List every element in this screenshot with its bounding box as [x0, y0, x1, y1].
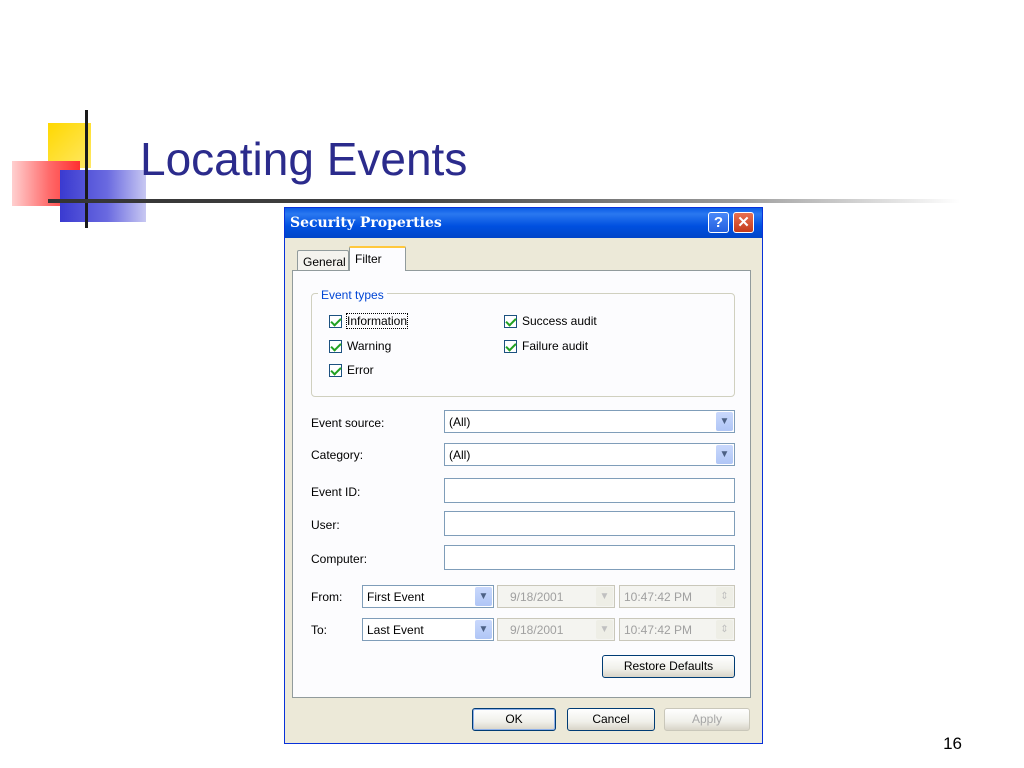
category-dropdown[interactable]: (All) ▼ [444, 443, 735, 466]
to-event-value: Last Event [367, 623, 424, 637]
event-source-label: Event source: [311, 416, 385, 430]
computer-label: Computer: [311, 552, 368, 566]
error-checkbox[interactable]: Error [329, 363, 374, 377]
from-date-picker: 9/18/2001 ▼ [497, 585, 615, 608]
user-input[interactable] [444, 511, 735, 536]
checkmark-icon [504, 339, 517, 353]
chevron-down-icon: ▼ [596, 587, 613, 606]
tab-general[interactable]: General [297, 250, 349, 271]
apply-button: Apply [664, 708, 750, 731]
user-label: User: [311, 518, 340, 532]
chevron-down-icon[interactable]: ▼ [716, 412, 733, 431]
ok-button[interactable]: OK [472, 708, 556, 731]
decor-vertical-line [85, 110, 88, 228]
to-time-value: 10:47:42 PM [624, 623, 693, 637]
cancel-button[interactable]: Cancel [567, 708, 655, 731]
category-value: (All) [449, 448, 471, 462]
success-audit-label: Success audit [522, 314, 597, 328]
chevron-down-icon[interactable]: ▼ [716, 445, 733, 464]
dialog-titlebar[interactable]: Security Properties ? ✕ [285, 208, 762, 238]
help-icon[interactable]: ? [708, 212, 729, 233]
event-id-input[interactable] [444, 478, 735, 503]
failure-audit-label: Failure audit [522, 339, 589, 353]
from-date-value: 9/18/2001 [510, 590, 564, 604]
to-event-dropdown[interactable]: Last Event ▼ [362, 618, 494, 641]
from-event-value: First Event [367, 590, 425, 604]
to-time-picker: 10:47:42 PM ⇕ [619, 618, 735, 641]
chevron-down-icon[interactable]: ▼ [475, 587, 492, 606]
to-date-value: 9/18/2001 [510, 623, 564, 637]
dialog-title: Security Properties [290, 215, 442, 231]
from-event-dropdown[interactable]: First Event ▼ [362, 585, 494, 608]
success-audit-checkbox[interactable]: Success audit [504, 314, 597, 328]
checkmark-icon [504, 314, 517, 328]
checkmark-icon [329, 363, 342, 377]
event-types-label: Event types [318, 288, 387, 302]
from-label: From: [311, 590, 343, 604]
from-time-picker: 10:47:42 PM ⇕ [619, 585, 735, 608]
checkmark-icon [329, 314, 342, 328]
decor-blue-square [60, 170, 146, 222]
event-source-value: (All) [449, 415, 471, 429]
title-underline [48, 199, 960, 203]
restore-defaults-button[interactable]: Restore Defaults [602, 655, 735, 678]
error-label: Error [347, 363, 374, 377]
close-icon[interactable]: ✕ [733, 212, 754, 233]
slide-number: 16 [943, 734, 962, 753]
category-label: Category: [311, 448, 364, 462]
to-label: To: [311, 623, 328, 637]
information-checkbox[interactable]: Information [329, 313, 409, 329]
spinner-icon: ⇕ [716, 620, 733, 639]
failure-audit-checkbox[interactable]: Failure audit [504, 339, 588, 353]
computer-input[interactable] [444, 545, 735, 570]
event-source-dropdown[interactable]: (All) ▼ [444, 410, 735, 433]
spinner-icon: ⇕ [716, 587, 733, 606]
slide-title: Locating Events [140, 133, 468, 185]
information-label: Information [345, 313, 409, 329]
checkmark-icon [329, 339, 342, 353]
tab-filter[interactable]: Filter [349, 246, 406, 271]
warning-checkbox[interactable]: Warning [329, 339, 391, 353]
from-time-value: 10:47:42 PM [624, 590, 693, 604]
chevron-down-icon: ▼ [596, 620, 613, 639]
to-date-picker: 9/18/2001 ▼ [497, 618, 615, 641]
chevron-down-icon[interactable]: ▼ [475, 620, 492, 639]
event-id-label: Event ID: [311, 485, 361, 499]
warning-label: Warning [347, 339, 392, 353]
